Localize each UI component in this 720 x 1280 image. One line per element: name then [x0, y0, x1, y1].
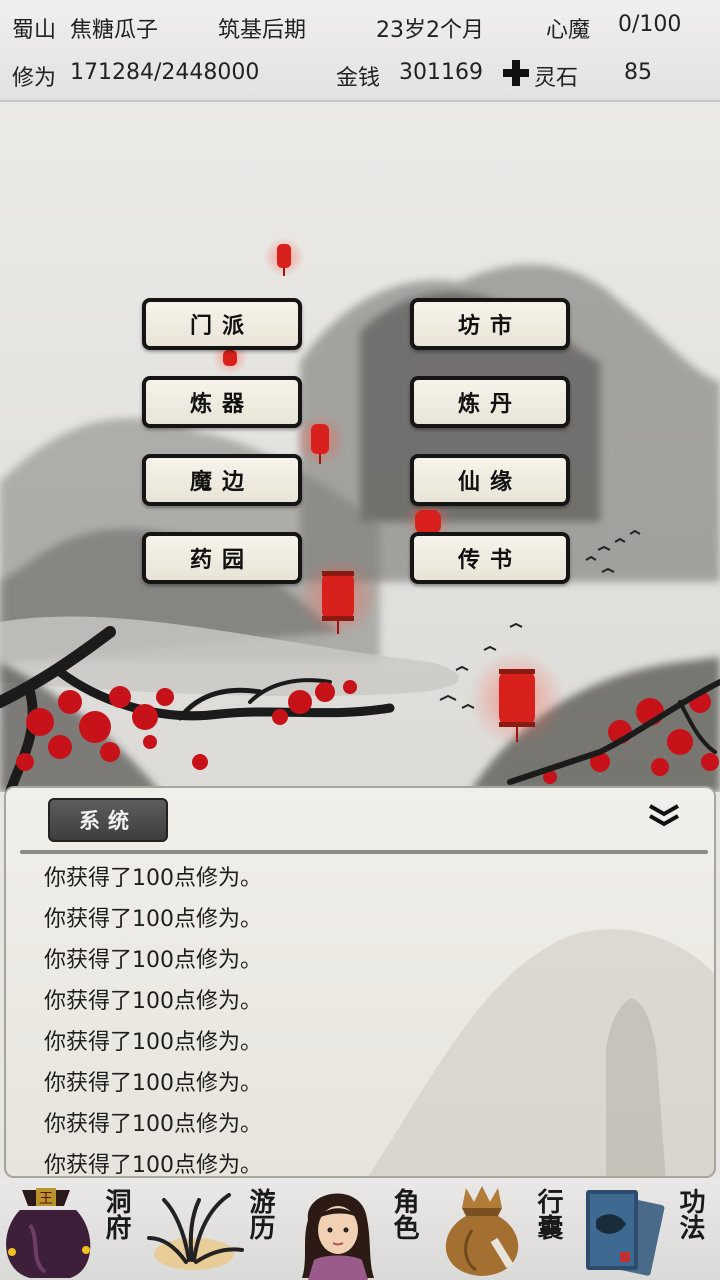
bottom-nav: 王 洞府 游历 角色 行囊 功法 [0, 1178, 720, 1280]
log-line: 你获得了100点修为。 [44, 1030, 262, 1055]
immortal-fate-button[interactable]: 仙缘 [410, 454, 570, 506]
spirit-stone-value: 85 [624, 60, 652, 85]
log-lines: 你获得了100点修为。 你获得了100点修为。 你获得了100点修为。 你获得了… [44, 858, 262, 1178]
status-bar: 蜀山 焦糖瓜子 筑基后期 23岁2个月 心魔 0/100 修为 171284/2… [0, 0, 720, 102]
cultivation-value: 171284/2448000 [70, 60, 260, 85]
character-portrait-icon [302, 1193, 374, 1280]
log-divider [20, 850, 708, 854]
cultivation-label: 修为 [12, 66, 57, 91]
market-button[interactable]: 坊市 [410, 298, 570, 350]
heart-demon-label: 心魔 [546, 18, 591, 43]
demon-border-button[interactable]: 魔边 [142, 454, 302, 506]
nav-travel[interactable]: 游历 [144, 1178, 288, 1280]
alchemy-button[interactable]: 炼丹 [410, 376, 570, 428]
letters-button[interactable]: 传书 [410, 532, 570, 584]
log-line: 你获得了100点修为。 [44, 1112, 262, 1137]
heart-demon-value: 0/100 [618, 12, 682, 37]
scroll-books-icon [586, 1190, 665, 1276]
cross-icon [503, 60, 529, 86]
cave-pouch-icon: 王 [6, 1188, 91, 1278]
log-line: 你获得了100点修为。 [44, 989, 262, 1014]
realm-text: 筑基后期 [218, 18, 307, 43]
herb-garden-button[interactable]: 药园 [142, 532, 302, 584]
refining-button[interactable]: 炼器 [142, 376, 302, 428]
log-line: 你获得了100点修为。 [44, 907, 262, 932]
nav-bag[interactable]: 行囊 [432, 1178, 576, 1280]
log-line: 你获得了100点修为。 [44, 948, 262, 973]
system-log-panel: 系统 你获得了100点修为。 你获得了100点修为。 你获得了100点修为。 你… [4, 786, 716, 1178]
cave-icon-mark: 王 [39, 1191, 53, 1207]
player-name: 焦糖瓜子 [70, 18, 159, 43]
money-label: 金钱 [336, 66, 381, 91]
nav-techniques[interactable]: 功法 [576, 1178, 720, 1280]
nav-cave[interactable]: 王 洞府 [0, 1178, 144, 1280]
log-line: 你获得了100点修为。 [44, 1071, 262, 1096]
ink-landscape-scene: 门派 坊市 炼器 炼丹 魔边 仙缘 药园 传书 [0, 102, 720, 792]
log-line: 你获得了100点修为。 [44, 1153, 262, 1178]
nav-travel-label: 游历 [245, 1188, 275, 1240]
landscape-painting [0, 102, 720, 792]
log-line: 你获得了100点修为。 [44, 866, 262, 891]
nav-character-label: 角色 [389, 1188, 419, 1240]
age-text: 23岁2个月 [376, 18, 484, 43]
spirit-stone-label: 灵石 [534, 66, 579, 91]
money-value: 301169 [399, 60, 483, 85]
sect-button[interactable]: 门派 [142, 298, 302, 350]
sect-name: 蜀山 [12, 18, 57, 43]
nav-cave-label: 洞府 [101, 1188, 131, 1240]
system-tab[interactable]: 系统 [48, 798, 168, 842]
nav-techniques-label: 功法 [675, 1188, 705, 1240]
orchid-icon [147, 1193, 244, 1270]
bag-icon [445, 1186, 519, 1276]
collapse-chevron-icon[interactable] [644, 800, 684, 830]
nav-bag-label: 行囊 [533, 1188, 563, 1240]
nav-character[interactable]: 角色 [288, 1178, 432, 1280]
